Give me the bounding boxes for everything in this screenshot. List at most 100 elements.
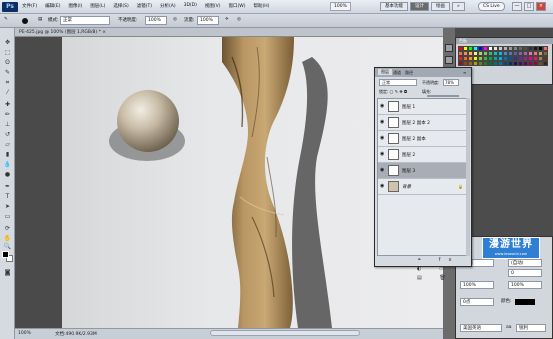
history-panel-icon[interactable] (445, 44, 453, 52)
vertical-scale-field[interactable]: 100% (460, 281, 494, 289)
layer-row[interactable]: ◉ 图层 2 副本 (378, 131, 467, 147)
tab-channels[interactable]: 通道 (393, 70, 401, 76)
flow-input[interactable]: 100% (197, 16, 219, 25)
layer-opacity-label: 不透明度: (422, 80, 440, 85)
brush-panel-icon[interactable]: ▤ (38, 17, 42, 22)
language-select[interactable]: 美国英语 (460, 324, 502, 332)
visibility-eye-icon[interactable]: ◉ (380, 168, 385, 173)
layer-thumbnail (388, 149, 399, 160)
cs-live-button[interactable]: CS Live (478, 2, 505, 11)
lock-position-icon[interactable]: ✥ (399, 89, 402, 94)
mode-select[interactable]: 正常 (60, 16, 110, 25)
type-tool-icon[interactable]: T (3, 192, 12, 201)
menu-edit[interactable]: 编辑(E) (45, 3, 60, 9)
opacity-input[interactable]: 100% (145, 16, 167, 25)
healing-brush-tool-icon[interactable]: ✚ (3, 100, 12, 109)
layer-name: 图层 2 副本 2 (402, 121, 431, 126)
pressure-size-icon[interactable]: ◎ (237, 17, 241, 22)
brush-preset-icon[interactable] (22, 18, 28, 24)
lock-all-icon[interactable]: ◘ (404, 89, 407, 94)
layer-opacity-input[interactable]: 78% (443, 79, 459, 86)
quick-select-tool-icon[interactable]: ✎ (3, 68, 12, 77)
layer-row[interactable]: ◉ 图层 2 副本 2 (378, 115, 467, 131)
visibility-eye-icon[interactable]: ◉ (380, 184, 385, 189)
menu-view[interactable]: 视图(V) (205, 3, 221, 9)
menu-analysis[interactable]: 分析(A) (160, 3, 176, 9)
tracking-field[interactable]: 0 (508, 269, 542, 277)
text-color-swatch[interactable] (515, 299, 535, 305)
eraser-tool-icon[interactable]: ▱ (3, 140, 12, 149)
layers-scrollbar[interactable] (466, 98, 470, 256)
brush-tool-icon[interactable]: ✏ (3, 110, 12, 119)
site-watermark: 漫游世界 www.lesworld.com (482, 237, 540, 259)
marquee-tool-icon[interactable]: ⬚ (3, 48, 12, 57)
move-tool-icon[interactable]: ✥ (3, 38, 12, 47)
path-select-tool-icon[interactable]: ➤ (3, 202, 12, 211)
zoom-dropdown[interactable]: 100% (330, 2, 351, 11)
opacity-slider[interactable] (427, 95, 459, 97)
pressure-opacity-icon[interactable]: ◎ (173, 17, 177, 22)
brush-tool-icon[interactable]: ✎ (4, 17, 8, 22)
eyedropper-tool-icon[interactable]: ⁄ (3, 88, 12, 97)
status-zoom[interactable]: 100% (18, 331, 31, 336)
history-brush-tool-icon[interactable]: ↺ (3, 130, 12, 139)
leading-field[interactable]: (自动) (508, 259, 542, 267)
layer-row[interactable]: ◉ 图层 2 (378, 147, 467, 163)
menu-layer[interactable]: 图层(L) (90, 3, 105, 9)
maximize-button[interactable]: □ (524, 2, 534, 11)
minimize-button[interactable]: — (512, 2, 522, 11)
tools-panel: ✥ ⬚ ʘ ✎ ⌗ ⁄ ✚ ✏ ⊥ ↺ ▱ ▮ 💧 ● ✒ T ➤ ▭ ⟳ ✋ … (0, 28, 15, 339)
zoom-tool-icon[interactable]: 🔍 (3, 242, 12, 251)
driftwood (222, 37, 294, 328)
quick-mask-icon[interactable]: ◙ (3, 268, 12, 277)
lasso-tool-icon[interactable]: ʘ (3, 58, 12, 67)
crop-tool-icon[interactable]: ⌗ (3, 78, 12, 87)
layer-footer-buttons[interactable]: ⚭ fx ◐ ▭ ▤ 🗑 (377, 256, 468, 281)
workspace-design[interactable]: 设计 (410, 2, 429, 11)
lock-image-icon[interactable]: ✎ (395, 89, 398, 94)
horizontal-scale-field[interactable]: 100% (508, 281, 542, 289)
baseline-shift-field[interactable]: 0点 (460, 298, 494, 306)
layer-row[interactable]: ◉ 图层 1 (378, 99, 467, 115)
layer-thumbnail (388, 133, 399, 144)
tab-layers[interactable]: 图层 (378, 69, 392, 75)
visibility-eye-icon[interactable]: ◉ (380, 152, 385, 157)
color-swatch[interactable] (543, 61, 548, 66)
menu-filter[interactable]: 滤镜(T) (137, 3, 152, 9)
antialias-select[interactable]: 锐利 (516, 324, 546, 332)
workspace-painting[interactable]: 绘画 (431, 2, 450, 11)
layer-name: 图层 2 副本 (402, 137, 426, 142)
menu-help[interactable]: 帮助(H) (253, 3, 269, 9)
visibility-eye-icon[interactable]: ◉ (380, 120, 385, 125)
close-button[interactable]: × (536, 2, 546, 11)
menu-select[interactable]: 选择(S) (113, 3, 128, 9)
actions-panel-icon[interactable] (445, 56, 453, 64)
lock-row: 锁定: ▢ ✎ ✥ ◘ (379, 89, 407, 95)
workspace-more[interactable]: » (452, 2, 465, 11)
3d-rotate-tool-icon[interactable]: ⟳ (3, 224, 12, 233)
tab-paths[interactable]: 路径 (405, 70, 413, 76)
menu-file[interactable]: 文件(F) (22, 3, 37, 9)
shape-tool-icon[interactable]: ▭ (3, 212, 12, 221)
menu-3d[interactable]: 3D(D) (184, 3, 197, 9)
menu-window[interactable]: 窗口(W) (228, 3, 245, 9)
clone-stamp-tool-icon[interactable]: ⊥ (3, 120, 12, 129)
horizontal-scrollbar[interactable] (210, 330, 360, 336)
blend-mode-select[interactable]: 正常 (379, 79, 417, 86)
layer-list: ◉ 图层 1 ◉ 图层 2 副本 2 ◉ 图层 2 副本 ◉ 图层 2 ◉ 图层… (377, 98, 468, 256)
gradient-tool-icon[interactable]: ▮ (3, 150, 12, 159)
airbrush-icon[interactable]: ✈ (225, 17, 229, 22)
dodge-tool-icon[interactable]: ● (3, 170, 12, 179)
layer-row[interactable]: ◉ 背景 🔒 (378, 179, 467, 195)
pen-tool-icon[interactable]: ✒ (3, 182, 12, 191)
layer-row-selected[interactable]: ◉ 图层 3 (378, 163, 467, 179)
blur-tool-icon[interactable]: 💧 (3, 160, 12, 169)
document-tab[interactable]: PE-425.jpg @ 100% (图层 1,RGB/8) * × (15, 28, 443, 37)
visibility-eye-icon[interactable]: ◉ (380, 136, 385, 141)
workspace-essentials[interactable]: 基本功能 (380, 2, 408, 11)
visibility-eye-icon[interactable]: ◉ (380, 104, 385, 109)
panel-menu-icon[interactable]: ≡ (463, 70, 466, 75)
foreground-color-swatch[interactable] (2, 251, 9, 258)
menu-image[interactable]: 图像(I) (68, 3, 82, 9)
lock-transparent-icon[interactable]: ▢ (390, 89, 394, 94)
